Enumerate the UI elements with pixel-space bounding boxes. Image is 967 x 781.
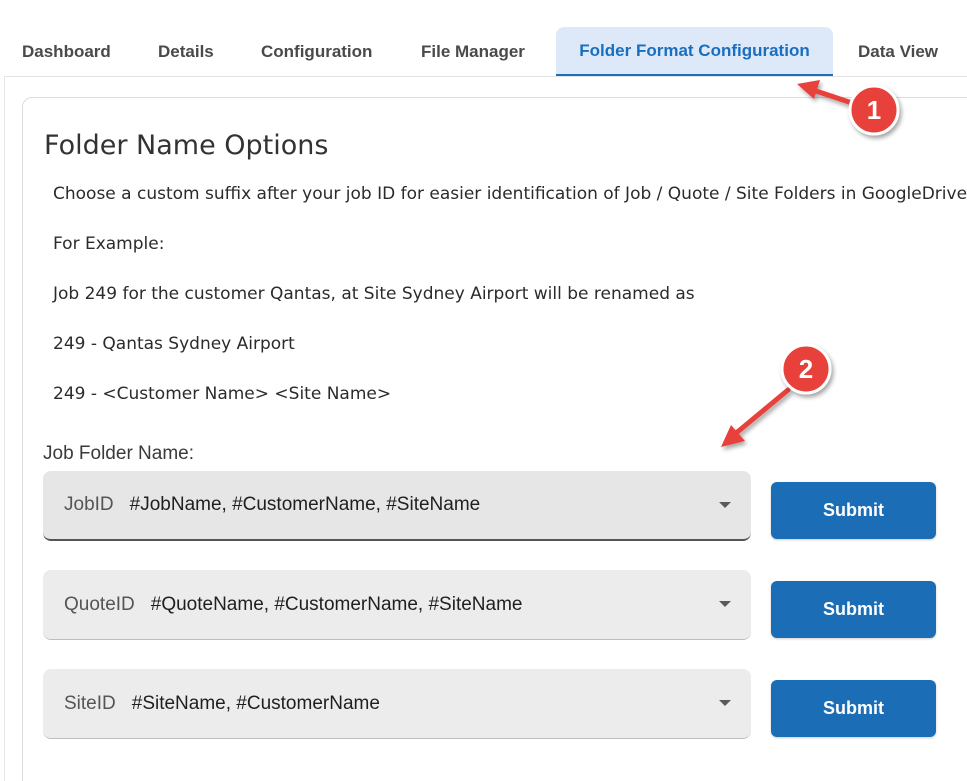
annotation-arrow-icon: [721, 387, 791, 447]
annotation-number-1: 1: [867, 95, 881, 125]
annotation-badge-icon: 1: [848, 84, 900, 136]
annotation-overlay: 1 2: [721, 80, 900, 447]
annotation-arrow-icon: [797, 80, 855, 106]
annotation-badge-icon: 2: [780, 343, 832, 395]
annotation-number-2: 2: [799, 354, 813, 384]
